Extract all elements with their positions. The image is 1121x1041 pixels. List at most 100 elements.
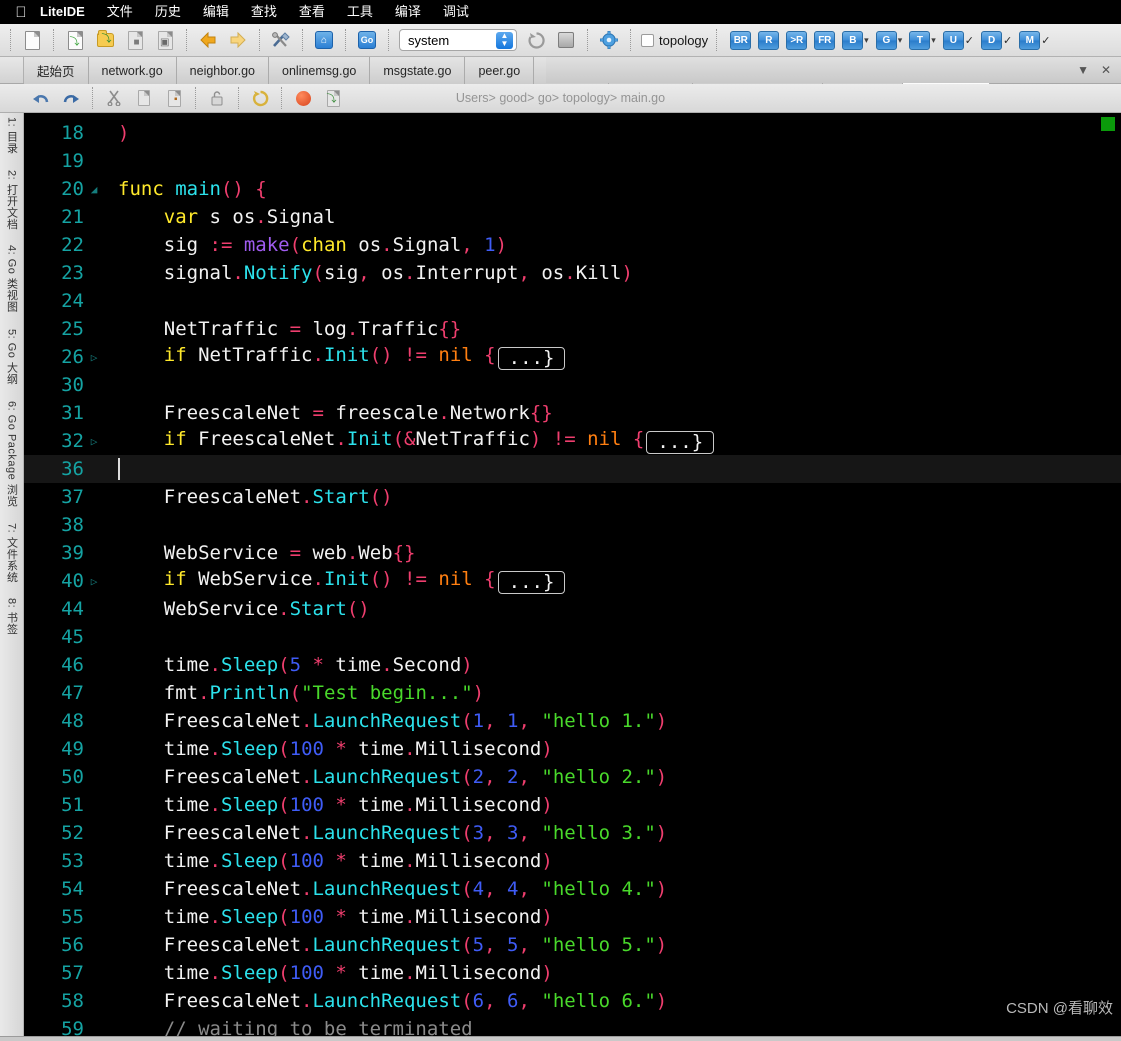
menu-item-file[interactable]: 文件 — [96, 0, 144, 24]
tab-msgstate-go[interactable]: msgstate.go — [370, 57, 466, 84]
open-folder-icon[interactable]: ⤵ — [90, 27, 120, 53]
build-button-t[interactable]: T ▾ — [909, 30, 936, 50]
menu-item-tools[interactable]: 工具 — [336, 0, 384, 24]
target-checkbox[interactable]: topology — [641, 33, 708, 48]
code-text[interactable]: sig := make(chan os.Signal, 1) — [118, 234, 1121, 256]
save-as-icon[interactable]: ▣ — [150, 27, 180, 53]
code-line[interactable]: 24 — [24, 287, 1121, 315]
code-text[interactable]: func main() { — [118, 178, 1121, 200]
code-text[interactable]: FreescaleNet.LaunchRequest(4, 4, "hello … — [118, 878, 1121, 900]
code-text[interactable]: time.Sleep(100 * time.Millisecond) — [118, 906, 1121, 928]
reload-icon[interactable] — [521, 27, 551, 53]
code-line[interactable]: 59 // waiting to be terminated — [24, 1015, 1121, 1036]
code-text[interactable]: // waiting to be terminated — [118, 1018, 1121, 1036]
chevron-down-icon[interactable]: ▾ — [898, 35, 903, 46]
code-line[interactable]: 23 signal.Notify(sig, os.Interrupt, os.K… — [24, 259, 1121, 287]
folded-block[interactable]: ...} — [497, 571, 566, 594]
save-icon[interactable]: ■ — [120, 27, 150, 53]
menu-item-build[interactable]: 编译 — [384, 0, 432, 24]
breakpoint-icon[interactable] — [288, 85, 318, 111]
code-text[interactable]: FreescaleNet.Start() — [118, 486, 1121, 508]
apple-logo-icon[interactable]:  — [8, 5, 34, 20]
goto-line-icon[interactable]: ⤵ — [318, 85, 348, 111]
new-file-icon[interactable] — [17, 27, 47, 53]
build-button-r[interactable]: R — [758, 30, 780, 50]
code-line[interactable]: 47 fmt.Println("Test begin...") — [24, 679, 1121, 707]
code-line[interactable]: 48 FreescaleNet.LaunchRequest(1, 1, "hel… — [24, 707, 1121, 735]
code-line[interactable]: 20 ◢ func main() { — [24, 175, 1121, 203]
code-line[interactable]: 26 ▷ if NetTraffic.Init() != nil {...} — [24, 343, 1121, 371]
menu-item-view[interactable]: 查看 — [288, 0, 336, 24]
lock-icon[interactable] — [202, 85, 232, 111]
tools-icon[interactable] — [266, 27, 296, 53]
code-line[interactable]: 40 ▷ if WebService.Init() != nil {...} — [24, 567, 1121, 595]
menu-item-find[interactable]: 查找 — [240, 0, 288, 24]
code-line[interactable]: 25 NetTraffic = log.Traffic{} — [24, 315, 1121, 343]
fold-toggle-icon[interactable]: ▷ — [86, 575, 102, 588]
code-line[interactable]: 56 FreescaleNet.LaunchRequest(5, 5, "hel… — [24, 931, 1121, 959]
sidebar-item-1[interactable]: 1: 目录 — [4, 117, 20, 154]
undo-icon[interactable] — [26, 85, 56, 111]
gear-icon[interactable] — [594, 27, 624, 53]
tab-network-go[interactable]: network.go — [88, 57, 177, 84]
code-text[interactable]: WebService.Start() — [118, 598, 1121, 620]
tab-起始页[interactable]: 起始页 — [24, 57, 89, 84]
code-text[interactable]: FreescaleNet.LaunchRequest(3, 3, "hello … — [118, 822, 1121, 844]
sidebar-item-7[interactable]: 8: 书签 — [4, 598, 20, 635]
code-text[interactable]: NetTraffic = log.Traffic{} — [118, 318, 1121, 340]
check-icon[interactable]: ✓ — [965, 34, 974, 47]
tab-list-dropdown-icon[interactable]: ▼ — [1077, 63, 1089, 77]
code-text[interactable]: fmt.Println("Test begin...") — [118, 682, 1121, 704]
build-button-u[interactable]: U ✓ — [942, 30, 974, 50]
code-text[interactable]: FreescaleNet.LaunchRequest(2, 2, "hello … — [118, 766, 1121, 788]
replace-icon[interactable] — [245, 85, 275, 111]
check-icon[interactable]: ✓ — [1003, 34, 1012, 47]
code-line[interactable]: 19 — [24, 147, 1121, 175]
close-tab-icon[interactable]: ✕ — [1101, 63, 1111, 77]
sidebar-item-2[interactable]: 2: 打开文档 — [4, 170, 20, 230]
folded-block[interactable]: ...} — [646, 431, 715, 454]
build-button-m[interactable]: M ✓ — [1019, 30, 1050, 50]
fold-toggle-icon[interactable]: ▷ — [86, 435, 102, 448]
code-line[interactable]: 32 ▷ if FreescaleNet.Init(&NetTraffic) !=… — [24, 427, 1121, 455]
sidebar-item-3[interactable]: 4: Go 类视图 — [4, 245, 20, 312]
paste-icon[interactable]: ▪ — [159, 85, 189, 111]
go-icon[interactable]: Go — [352, 27, 382, 53]
sidebar-item-4[interactable]: 5: Go 大纲 — [4, 329, 20, 385]
code-text[interactable]: time.Sleep(100 * time.Millisecond) — [118, 738, 1121, 760]
menu-item-history[interactable]: 历史 — [144, 0, 192, 24]
stop-icon[interactable] — [551, 27, 581, 53]
code-line[interactable]: 52 FreescaleNet.LaunchRequest(3, 3, "hel… — [24, 819, 1121, 847]
sidebar-item-6[interactable]: 7: 文件系统 — [4, 523, 20, 583]
code-line[interactable]: 36 — [24, 455, 1121, 483]
navigate-forward-icon[interactable] — [223, 27, 253, 53]
code-text[interactable]: FreescaleNet.LaunchRequest(5, 5, "hello … — [118, 934, 1121, 956]
code-text[interactable]: signal.Notify(sig, os.Interrupt, os.Kill… — [118, 262, 1121, 284]
code-text[interactable]: FreescaleNet = freescale.Network{} — [118, 402, 1121, 424]
code-text[interactable]: time.Sleep(100 * time.Millisecond) — [118, 850, 1121, 872]
code-line[interactable]: 58 FreescaleNet.LaunchRequest(6, 6, "hel… — [24, 987, 1121, 1015]
code-line[interactable]: 55 time.Sleep(100 * time.Millisecond) — [24, 903, 1121, 931]
build-button-run-arg[interactable]: >R — [786, 30, 808, 50]
code-line[interactable]: 45 — [24, 623, 1121, 651]
copy-icon[interactable] — [129, 85, 159, 111]
sidebar-item-5[interactable]: 6: Go Package 浏览 — [4, 401, 20, 507]
code-line[interactable]: 21 var s os.Signal — [24, 203, 1121, 231]
tab-neighbor-go[interactable]: neighbor.go — [176, 57, 270, 84]
tab-onlinemsg-go[interactable]: onlinemsg.go — [269, 57, 371, 84]
check-icon[interactable]: ✓ — [1041, 34, 1050, 47]
code-line[interactable]: 51 time.Sleep(100 * time.Millisecond) — [24, 791, 1121, 819]
code-text[interactable]: if NetTraffic.Init() != nil {...} — [118, 344, 1121, 370]
code-line[interactable]: 30 — [24, 371, 1121, 399]
code-text[interactable]: ) — [118, 122, 1121, 144]
tab-peer-go[interactable]: peer.go — [465, 57, 535, 84]
code-text[interactable] — [118, 457, 1121, 481]
code-line[interactable]: 18) — [24, 119, 1121, 147]
code-line[interactable]: 50 FreescaleNet.LaunchRequest(2, 2, "hel… — [24, 763, 1121, 791]
chevron-down-icon[interactable]: ▾ — [864, 35, 869, 46]
code-line[interactable]: 37 FreescaleNet.Start() — [24, 483, 1121, 511]
fold-toggle-icon[interactable]: ▷ — [86, 351, 102, 364]
code-text[interactable]: FreescaleNet.LaunchRequest(6, 6, "hello … — [118, 990, 1121, 1012]
cut-icon[interactable] — [99, 85, 129, 111]
open-file-icon[interactable]: ⤵ — [60, 27, 90, 53]
